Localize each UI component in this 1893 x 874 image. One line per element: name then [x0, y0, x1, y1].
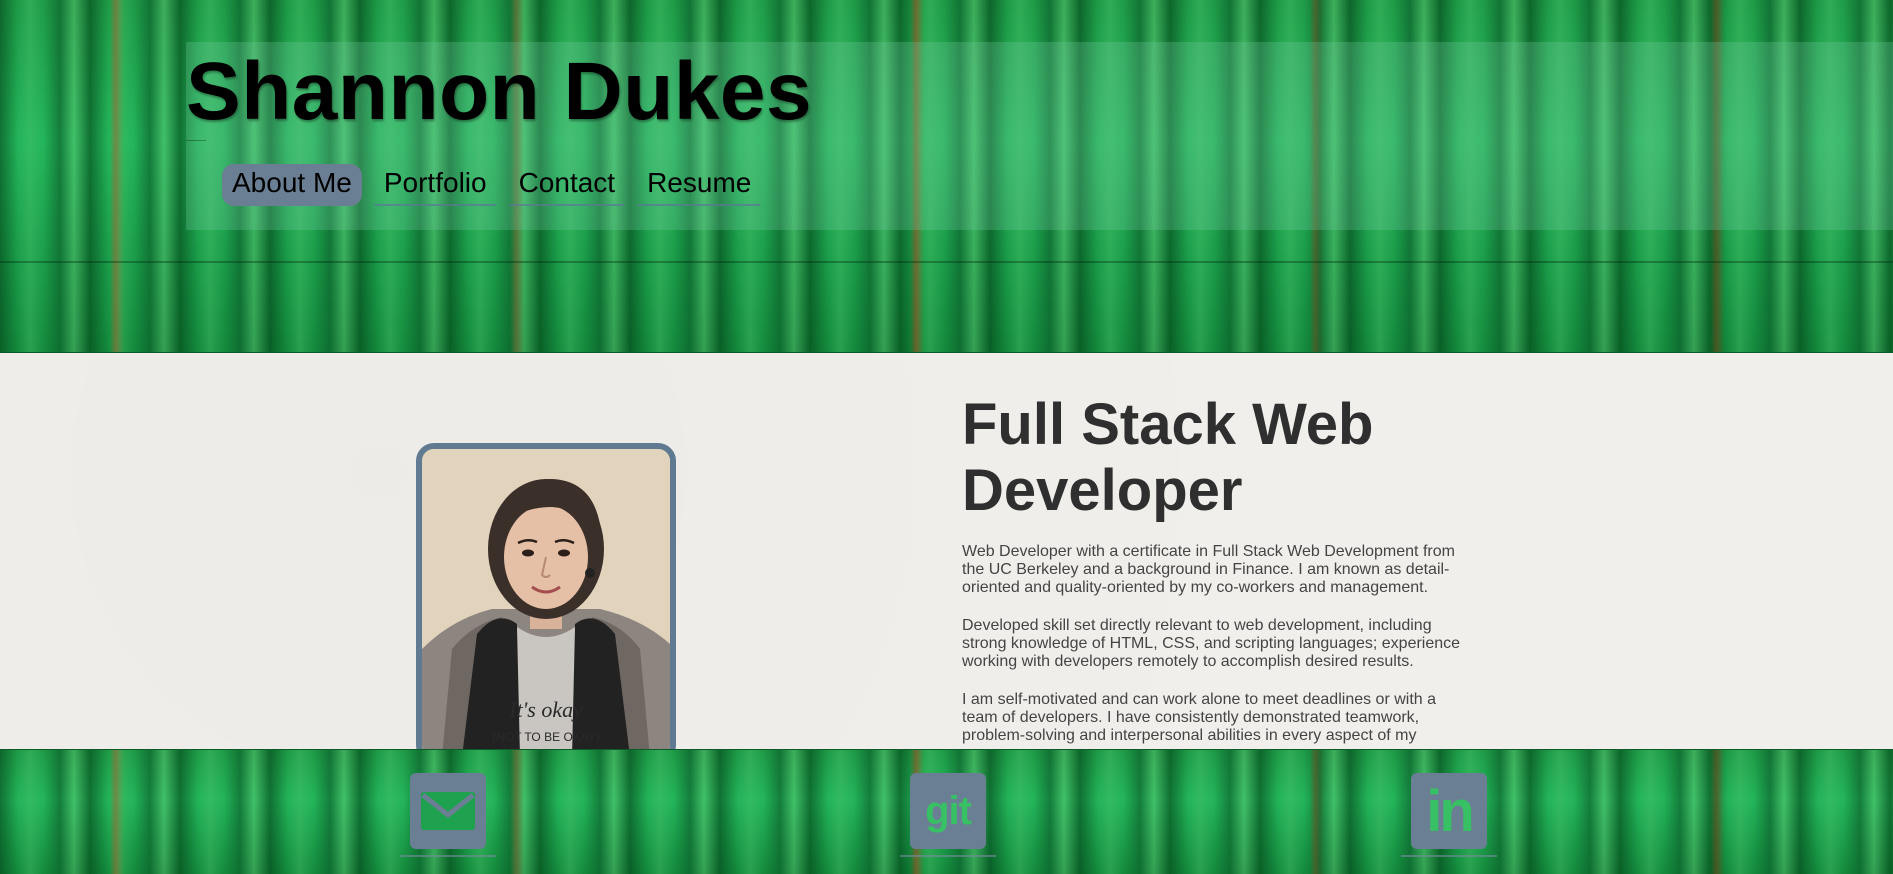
shirt-text: It's okay	[508, 697, 583, 722]
profile-photo-illustration: It's okay (NOT TO BE OKAY)	[422, 449, 670, 757]
bio-paragraph-2: Developed skill set directly relevant to…	[962, 617, 1461, 670]
profile-photo: It's okay (NOT TO BE OKAY)	[416, 443, 676, 763]
nav-resume[interactable]: Resume	[637, 164, 762, 206]
nav-about-me[interactable]: About Me	[222, 164, 362, 206]
site-header: Shannon Dukes About Me Portfolio Contact…	[0, 0, 1893, 353]
site-title: Shannon Dukes	[186, 46, 813, 137]
nav-portfolio[interactable]: Portfolio	[373, 164, 497, 206]
main-nav: About Me Portfolio Contact Resume	[222, 164, 762, 206]
page-headline: Full Stack Web Developer	[962, 392, 1374, 523]
title-divider	[186, 140, 206, 141]
site-footer: git in	[0, 749, 1893, 874]
linkedin-link[interactable]: in	[1401, 773, 1497, 857]
bio-paragraph-1: Web Developer with a certificate in Full…	[962, 543, 1455, 596]
bio-paragraph-3: I am self-motivated and can work alone t…	[962, 691, 1437, 744]
linkedin-icon: in	[1411, 773, 1487, 849]
envelope-icon	[410, 773, 486, 849]
linkedin-icon-label: in	[1426, 778, 1475, 844]
header-texture-band	[0, 261, 1893, 263]
nav-contact[interactable]: Contact	[508, 164, 626, 206]
shirt-subtext: (NOT TO BE OKAY)	[492, 730, 600, 744]
git-icon: git	[910, 773, 986, 849]
github-link[interactable]: git	[900, 773, 996, 857]
main-content	[0, 353, 1893, 749]
email-link[interactable]	[400, 773, 496, 857]
git-icon-label: git	[925, 788, 972, 833]
